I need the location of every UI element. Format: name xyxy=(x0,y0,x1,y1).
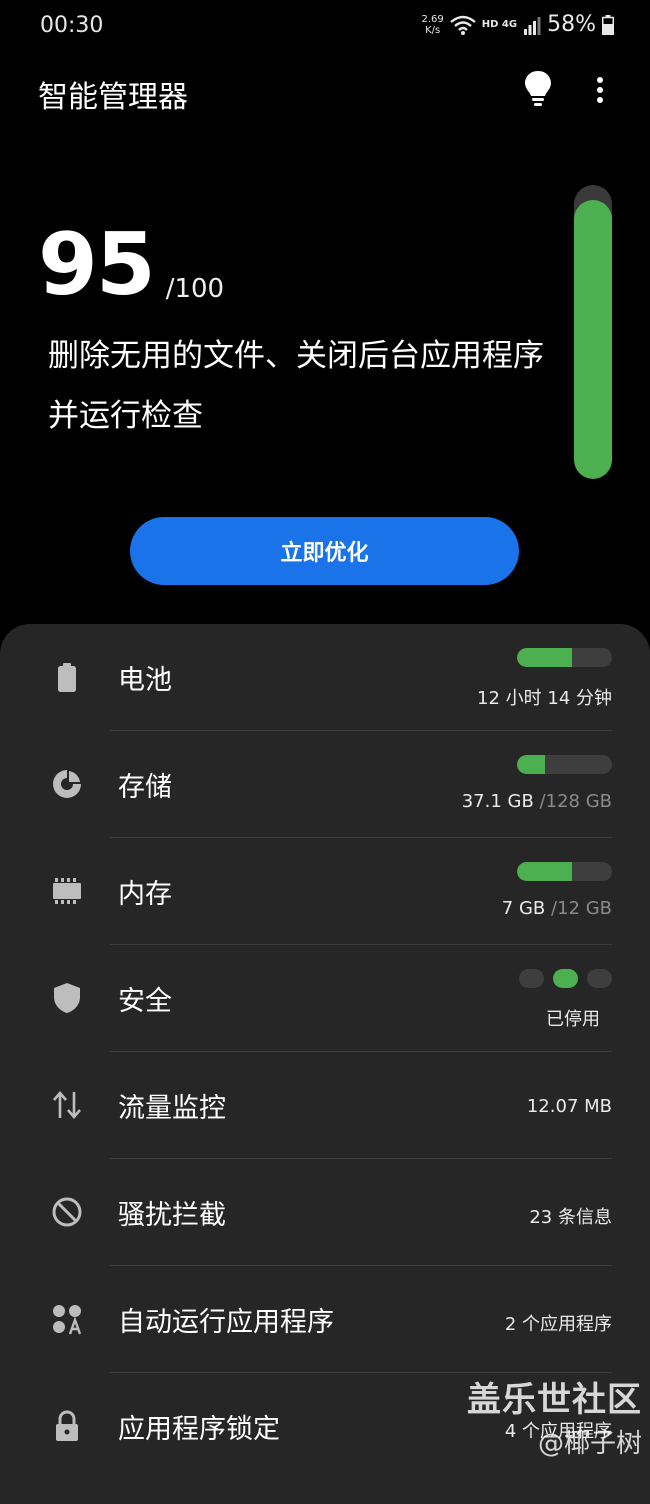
status-time: 00:30 xyxy=(40,13,104,38)
score-description: 删除无用的文件、关闭后台应用程序并运行检查 xyxy=(48,338,544,434)
memory-value: 7 GB /12 GB xyxy=(501,898,612,919)
app-lock-label: 应用程序锁定 xyxy=(118,1414,280,1445)
data-monitor-row[interactable]: 流量监控 12.07 MB xyxy=(0,1052,650,1159)
battery-level-bar xyxy=(517,648,612,667)
network-type: HD 4G xyxy=(481,19,518,30)
watermark-sub: @椰子树 xyxy=(537,1429,642,1459)
device-care-score: 95 /100 xyxy=(38,222,224,308)
security-value: 已停用 xyxy=(546,1009,600,1030)
status-icons: 2.69 K/s HD 4G 58% xyxy=(421,12,614,37)
battery-percent: 58% xyxy=(547,12,596,37)
storage-value: 37.1 GB /128 GB xyxy=(461,791,612,812)
shield-icon xyxy=(50,981,84,1015)
battery-row[interactable]: 电池 12 小时 14 分钟 xyxy=(0,624,650,731)
watermark: 盖乐世社区 @椰子树 xyxy=(452,1372,642,1460)
lock-icon xyxy=(50,1409,84,1443)
score-bar-fill xyxy=(574,199,612,479)
status-dot xyxy=(587,969,612,988)
storage-label: 存储 xyxy=(118,772,172,803)
watermark-main: 盖乐世社区 xyxy=(467,1380,642,1420)
score-bar xyxy=(574,185,612,479)
auto-run-apps-icon xyxy=(50,1302,84,1336)
call-block-label: 骚扰拦截 xyxy=(118,1200,226,1231)
auto-run-value: 2 个应用程序 xyxy=(504,1314,612,1335)
memory-usage-bar xyxy=(517,862,612,881)
data-monitor-label: 流量监控 xyxy=(118,1093,226,1124)
storage-usage-bar xyxy=(517,755,612,774)
battery-status-icon xyxy=(602,14,614,35)
score-value: 95 xyxy=(38,215,156,315)
data-monitor-value: 12.07 MB xyxy=(526,1096,612,1117)
memory-usage-fill xyxy=(517,862,573,881)
call-block-row[interactable]: 骚扰拦截 23 条信息 xyxy=(0,1159,650,1266)
battery-label: 电池 xyxy=(118,665,172,696)
auto-run-row[interactable]: 自动运行应用程序 2 个应用程序 xyxy=(0,1266,650,1373)
battery-level-fill xyxy=(517,648,573,667)
auto-run-label: 自动运行应用程序 xyxy=(118,1307,334,1338)
block-icon xyxy=(50,1195,84,1229)
more-vert-icon[interactable] xyxy=(588,72,612,108)
status-dot xyxy=(519,969,544,988)
optimize-now-button[interactable]: 立即优化 xyxy=(130,517,519,585)
memory-row[interactable]: 内存 7 GB /12 GB xyxy=(0,838,650,945)
battery-value: 12 小时 14 分钟 xyxy=(477,688,612,709)
storage-pie-icon xyxy=(50,767,84,801)
storage-usage-fill xyxy=(517,755,545,774)
call-block-value: 23 条信息 xyxy=(529,1207,612,1228)
storage-row[interactable]: 存储 37.1 GB /128 GB xyxy=(0,731,650,838)
memory-chip-icon xyxy=(50,874,84,908)
network-speed: 2.69 K/s xyxy=(421,13,444,36)
app-title: 智能管理器 xyxy=(38,80,188,115)
security-row[interactable]: 安全 已停用 xyxy=(0,945,650,1052)
security-label: 安全 xyxy=(118,986,172,1017)
app-bar: 智能管理器 xyxy=(0,62,650,118)
score-max: /100 xyxy=(165,274,225,304)
signal-icon xyxy=(523,15,541,35)
memory-label: 内存 xyxy=(118,879,172,910)
status-dot-active xyxy=(553,969,578,988)
lightbulb-icon[interactable] xyxy=(520,68,556,108)
status-bar: 00:30 2.69 K/s HD 4G 58% xyxy=(0,0,650,56)
wifi-icon xyxy=(449,15,476,35)
security-status-dots xyxy=(519,969,612,988)
data-transfer-icon xyxy=(50,1088,84,1122)
battery-icon xyxy=(50,660,84,694)
